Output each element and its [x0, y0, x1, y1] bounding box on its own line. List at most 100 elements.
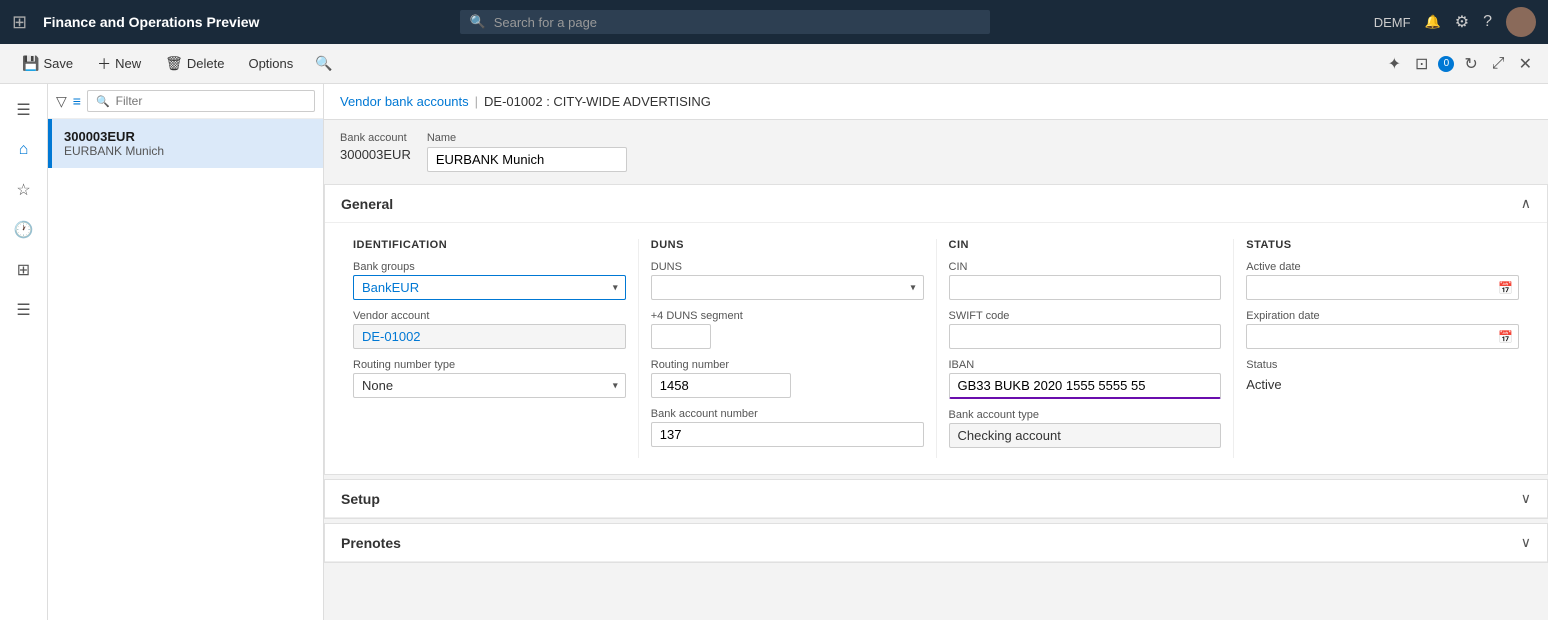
bank-account-type-input	[949, 423, 1222, 448]
bank-groups-select[interactable]: BankEUR	[353, 275, 626, 300]
list-item-subtitle: EURBANK Munich	[64, 144, 311, 158]
help-icon[interactable]: ?	[1483, 13, 1492, 31]
general-section-header[interactable]: General ∧	[325, 185, 1547, 223]
expiration-date-field: Expiration date 📅	[1246, 310, 1519, 349]
identification-col: IDENTIFICATION Bank groups BankEUR ▾	[341, 239, 639, 458]
duns-select[interactable]	[651, 275, 924, 300]
plus4-duns-label: +4 DUNS segment	[651, 310, 924, 322]
toolbar-search-icon[interactable]: 🔍	[315, 55, 332, 72]
top-nav-right: DEMF 🔔 ⚙ ?	[1374, 7, 1536, 37]
setup-chevron-down-icon: ∨	[1521, 490, 1531, 507]
routing-number-field: Routing number	[651, 359, 924, 398]
top-navbar: ⊞ Finance and Operations Preview 🔍 DEMF …	[0, 0, 1548, 44]
search-input[interactable]	[494, 15, 980, 30]
options-button[interactable]: Options	[238, 52, 303, 75]
bank-account-type-label: Bank account type	[949, 409, 1222, 421]
action-toolbar: 💾 Save ＋ New 🗑 Delete Options 🔍 ✦ ⊡ 0 ↻ …	[0, 44, 1548, 84]
list-view-icon[interactable]: ≡	[73, 93, 81, 109]
name-field: Name	[427, 132, 627, 172]
sidebar-item-workspaces[interactable]: ⊞	[6, 252, 42, 288]
close-icon[interactable]: ✕	[1515, 50, 1536, 78]
bank-groups-field: Bank groups BankEUR ▾	[353, 261, 626, 300]
sidebar-item-favorites[interactable]: ☆	[6, 172, 42, 208]
swift-code-field: SWIFT code	[949, 310, 1222, 349]
cin-input[interactable]	[949, 275, 1222, 300]
prenotes-section-header[interactable]: Prenotes ∨	[325, 524, 1547, 562]
active-date-label: Active date	[1246, 261, 1519, 273]
open-in-new-icon[interactable]: ⤢	[1488, 51, 1509, 77]
list-item[interactable]: 300003EUR EURBANK Munich	[48, 119, 323, 168]
list-toolbar: ▽ ≡ 🔍	[48, 84, 323, 119]
active-date-input[interactable]	[1246, 275, 1519, 300]
filter-input[interactable]	[116, 94, 306, 108]
general-section-body: IDENTIFICATION Bank groups BankEUR ▾	[325, 223, 1547, 474]
new-button[interactable]: ＋ New	[87, 50, 151, 78]
bank-account-field: Bank account 300003EUR	[340, 132, 411, 172]
duns-title: DUNS	[651, 239, 924, 251]
setup-section-title: Setup	[341, 491, 380, 507]
avatar[interactable]	[1506, 7, 1536, 37]
duns-select-wrap[interactable]: ▾	[651, 275, 924, 300]
prenotes-section: Prenotes ∨	[324, 523, 1548, 563]
search-icon: 🔍	[470, 14, 486, 30]
save-icon: 💾	[22, 55, 39, 72]
notification-icon[interactable]: 🔔	[1425, 14, 1441, 30]
sidebar-item-modules[interactable]: ☰	[6, 292, 42, 328]
cin-label: CIN	[949, 261, 1222, 273]
routing-number-type-select-wrap[interactable]: None ▾	[353, 373, 626, 398]
routing-number-input[interactable]	[651, 373, 791, 398]
expiration-date-input[interactable]	[1246, 324, 1519, 349]
sidebar-item-hamburger[interactable]: ☰	[6, 92, 42, 128]
top-form: Bank account 300003EUR Name	[324, 120, 1548, 172]
personalize-icon[interactable]: ✦	[1384, 50, 1405, 78]
main-layout: ☰ ⌂ ☆ 🕐 ⊞ ☰ ▽ ≡ 🔍 300003EUR EURBANK Muni…	[0, 84, 1548, 620]
filter-search-icon: 🔍	[96, 95, 110, 108]
cin-title: CIN	[949, 239, 1222, 251]
user-label: DEMF	[1374, 15, 1411, 30]
expiration-date-wrap[interactable]: 📅	[1246, 324, 1519, 349]
setup-section-header[interactable]: Setup ∨	[325, 480, 1547, 518]
duns-col: DUNS DUNS ▾	[639, 239, 937, 458]
name-input[interactable]	[427, 147, 627, 172]
active-date-wrap[interactable]: 📅	[1246, 275, 1519, 300]
general-section: General ∧ IDENTIFICATION Bank groups Ban…	[324, 184, 1548, 475]
split-view-icon[interactable]: ⊡	[1411, 50, 1432, 78]
expiration-date-label: Expiration date	[1246, 310, 1519, 322]
routing-number-type-field: Routing number type None ▾	[353, 359, 626, 398]
grid-menu-icon[interactable]: ⊞	[12, 12, 27, 33]
iban-label: IBAN	[949, 359, 1222, 371]
delete-button[interactable]: 🗑 Delete	[155, 51, 234, 76]
iban-input[interactable]	[949, 373, 1222, 399]
bank-account-number-field: Bank account number	[651, 408, 924, 447]
sidebar-item-recent[interactable]: 🕐	[6, 212, 42, 248]
save-button[interactable]: 💾 Save	[12, 51, 83, 76]
vendor-account-field: Vendor account DE-01002	[353, 310, 626, 349]
plus4-duns-field: +4 DUNS segment	[651, 310, 924, 349]
routing-number-type-select[interactable]: None	[353, 373, 626, 398]
global-search-bar[interactable]: 🔍	[460, 10, 990, 34]
sidebar-item-home[interactable]: ⌂	[6, 132, 42, 168]
routing-number-type-label: Routing number type	[353, 359, 626, 371]
refresh-icon[interactable]: ↻	[1460, 50, 1481, 78]
bank-account-type-field: Bank account type	[949, 409, 1222, 448]
filter-input-wrap[interactable]: 🔍	[87, 90, 315, 112]
name-label: Name	[427, 132, 627, 144]
routing-number-label: Routing number	[651, 359, 924, 371]
list-item-title: 300003EUR	[64, 129, 311, 144]
bank-groups-select-wrap[interactable]: BankEUR ▾	[353, 275, 626, 300]
notification-badge[interactable]: 0	[1438, 56, 1454, 72]
new-icon: ＋	[97, 54, 111, 74]
status-value: Active	[1246, 373, 1519, 396]
status-label: Status	[1246, 359, 1519, 371]
plus4-duns-input[interactable]	[651, 324, 711, 349]
identification-title: IDENTIFICATION	[353, 239, 626, 251]
swift-code-input[interactable]	[949, 324, 1222, 349]
bank-account-row: Bank account 300003EUR Name	[340, 132, 1532, 172]
filter-icon[interactable]: ▽	[56, 93, 67, 110]
general-chevron-up-icon: ∧	[1521, 195, 1531, 212]
bank-account-number-input[interactable]	[651, 422, 924, 447]
settings-icon[interactable]: ⚙	[1455, 12, 1469, 32]
setup-section: Setup ∨	[324, 479, 1548, 519]
breadcrumb-part1[interactable]: Vendor bank accounts	[340, 94, 469, 109]
vendor-account-link[interactable]: DE-01002	[353, 324, 626, 349]
